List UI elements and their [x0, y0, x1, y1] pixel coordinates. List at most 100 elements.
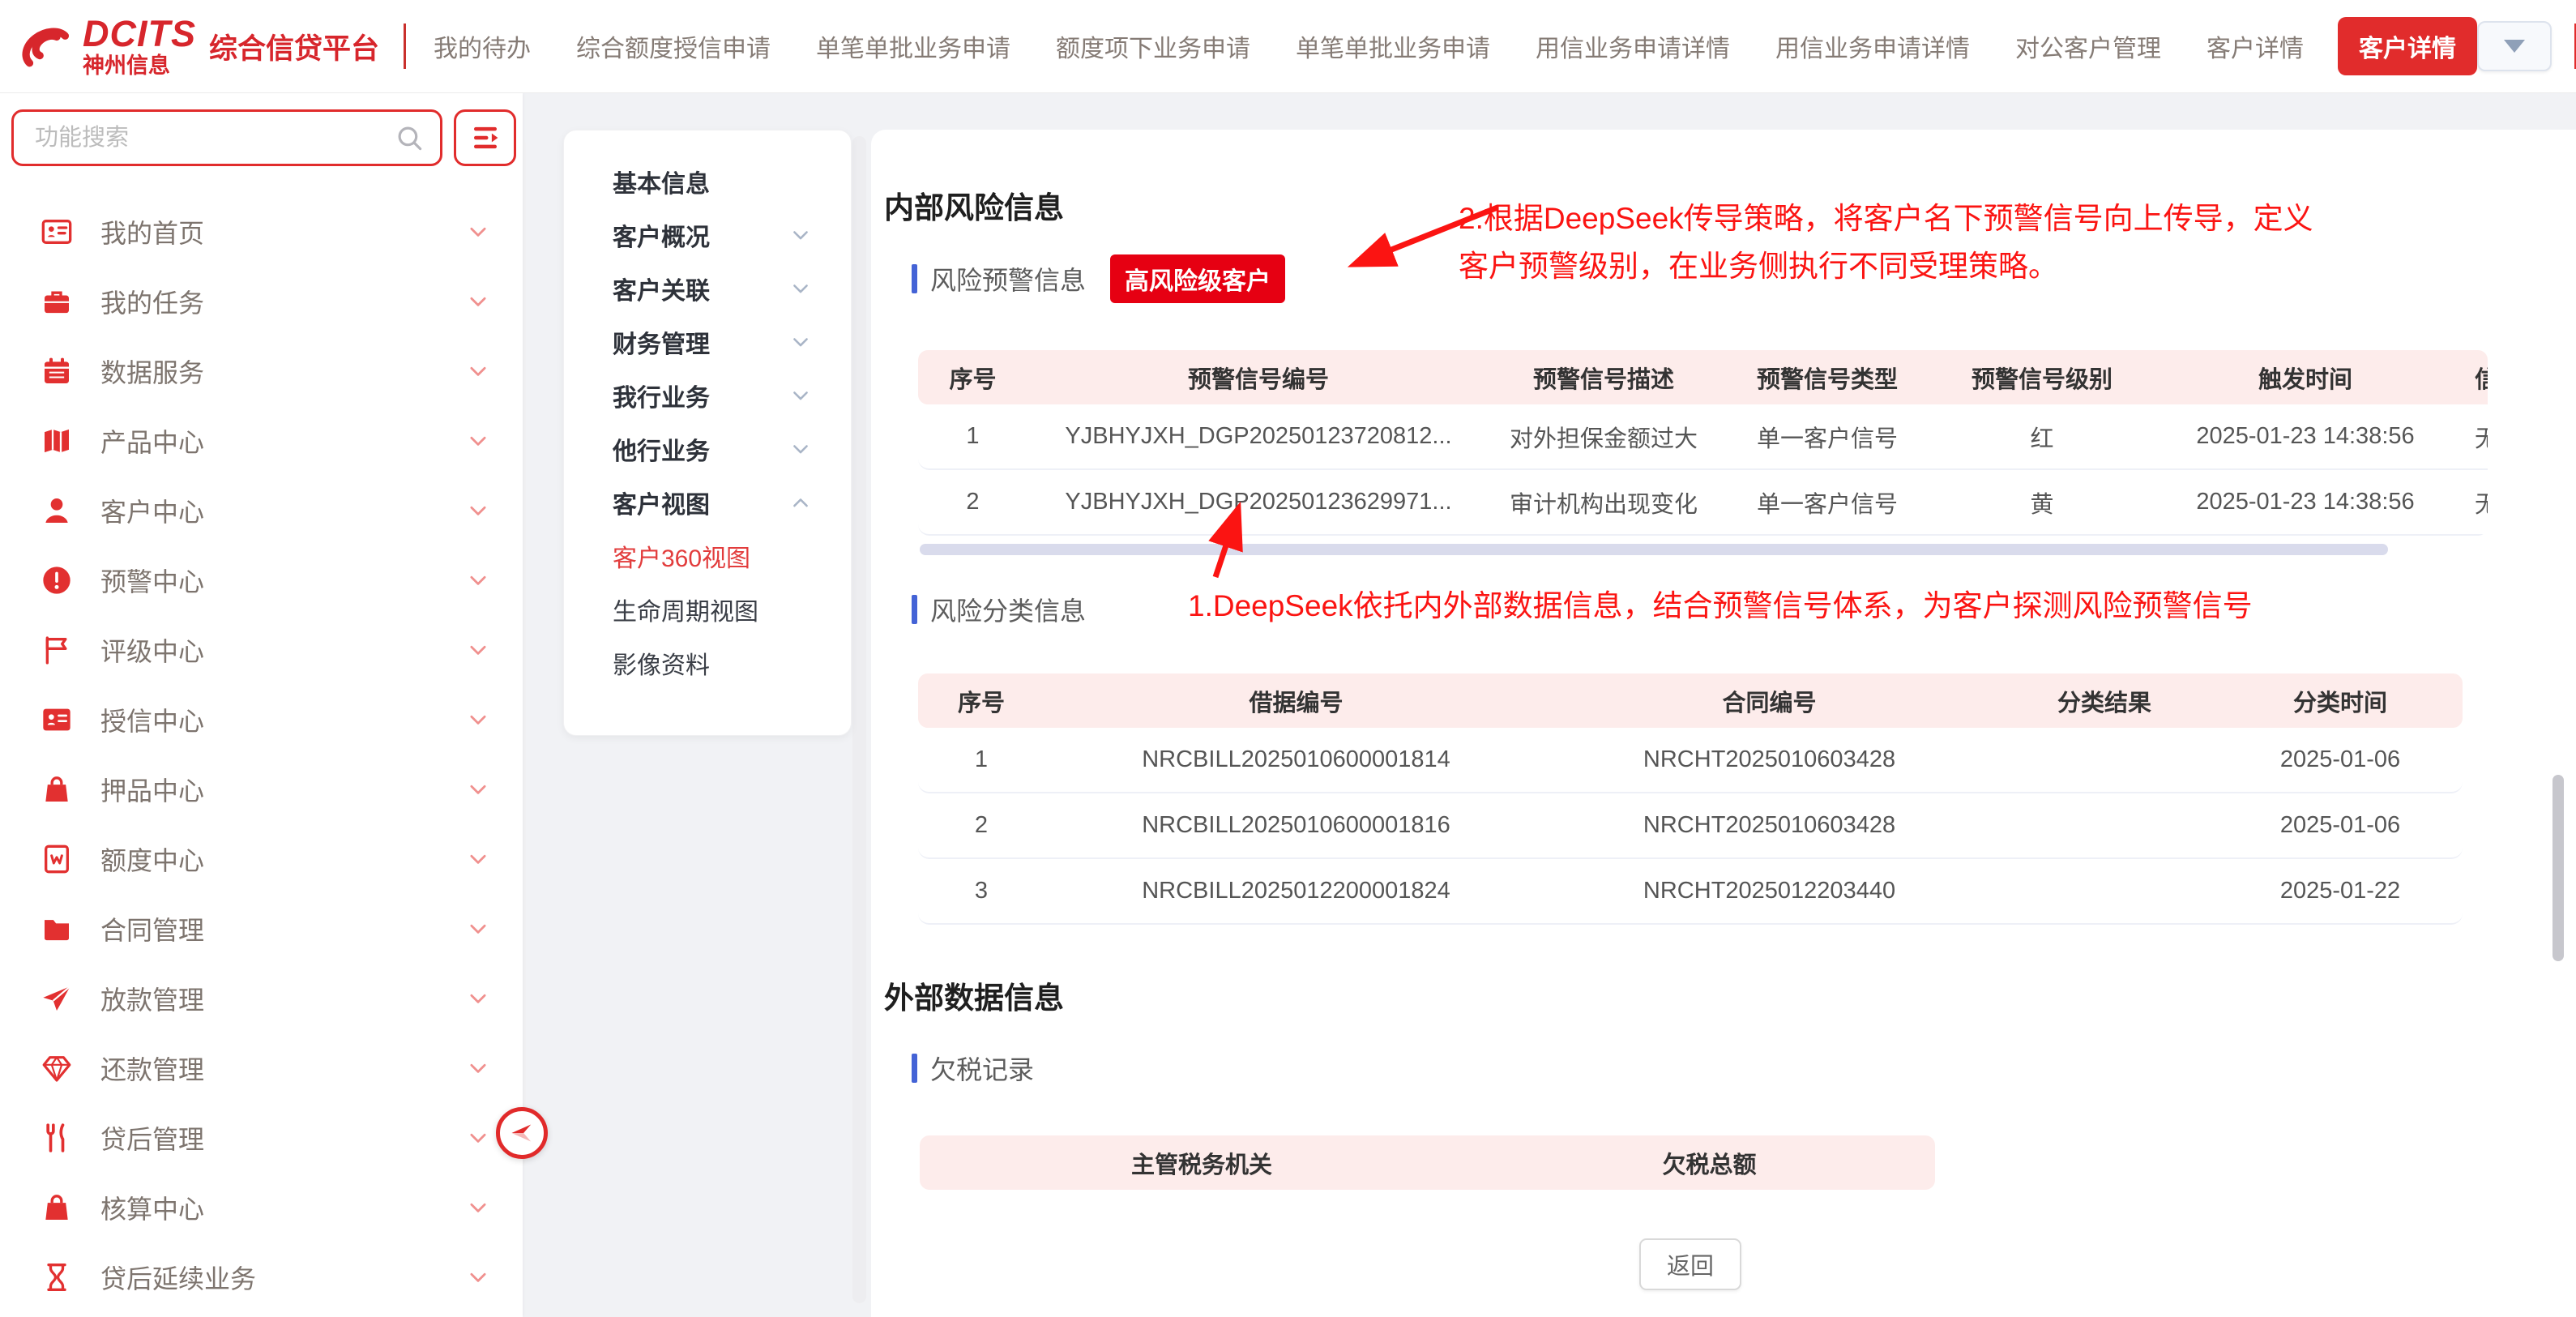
cell-status: 无: [2463, 485, 2488, 520]
sidebar-menu: 我的首页 我的任务 数据: [0, 197, 523, 1312]
submenu-item-lifecycle-view[interactable]: 生命周期视图: [564, 583, 851, 636]
nav-item-limit-sub-apply[interactable]: 额度项下业务申请: [1056, 28, 1250, 64]
sidebar-item-label: 预警中心: [100, 562, 466, 599]
nav-item-credit-use-detail-1[interactable]: 用信业务申请详情: [1536, 28, 1730, 64]
cell-contract-no: NRCHT2025010603428: [1548, 746, 1991, 773]
sidebar-item-postloan-continuation[interactable]: 贷后延续业务: [0, 1242, 523, 1312]
tab-dropdown-button[interactable]: [2477, 21, 2552, 71]
submenu-item-basic-info[interactable]: 基本信息: [564, 155, 851, 208]
chevron-down-icon: [466, 1195, 490, 1220]
back-button[interactable]: 返回: [1639, 1238, 1741, 1290]
nav-item-comprehensive-credit-apply[interactable]: 综合额度授信申请: [576, 28, 771, 64]
submenu-item-image-materials[interactable]: 影像资料: [564, 636, 851, 690]
column-header: 预警信号级别: [1937, 361, 2147, 395]
cell-seq: 1: [918, 423, 1027, 450]
sidebar-item-postloan-mgmt[interactable]: 贷后管理: [0, 1103, 523, 1173]
left-sidebar: 我的首页 我的任务 数据: [0, 93, 523, 1317]
brand-name: DCITS: [83, 15, 196, 52]
nav-item-my-todo[interactable]: 我的待办: [434, 28, 531, 64]
person-icon: [41, 494, 73, 527]
sidebar-item-rating-center[interactable]: 评级中心: [0, 615, 523, 685]
chevron-down-icon: [466, 917, 490, 941]
chevron-down-icon: [466, 986, 490, 1011]
sidebar-item-product-center[interactable]: 产品中心: [0, 406, 523, 476]
column-header: 信号状态: [2463, 361, 2488, 395]
submenu-scrollbar[interactable]: [852, 136, 866, 1303]
page-vertical-scrollbar[interactable]: [2553, 775, 2564, 961]
sidebar-collapse-circle-button[interactable]: [496, 1107, 548, 1159]
submenu-item-customer-360-view[interactable]: 客户360视图: [564, 529, 851, 583]
table-row: 2 YJBHYJXH_DGP20250123629971... 审计机构出现变化…: [918, 470, 2488, 536]
submenu-item-customer-overview[interactable]: 客户概况: [564, 208, 851, 262]
submenu-label: 他行业务: [613, 431, 789, 467]
horizontal-scrollbar[interactable]: [920, 544, 2388, 555]
active-tab-customer-detail[interactable]: 客户详情: [2338, 17, 2477, 75]
chevron-down-icon: [789, 438, 812, 460]
cell-signal-id: YJBHYJXH_DGP20250123629971...: [1027, 489, 1489, 515]
top-bar: DCITS 神州信息 综合信贷平台 我的待办 综合额度授信申请 单笔单批业务申请…: [0, 0, 2576, 93]
sidebar-item-credit-center[interactable]: 授信中心: [0, 685, 523, 755]
sidebar-item-disbursement-mgmt[interactable]: 放款管理: [0, 964, 523, 1033]
cell-class-date: 2025-01-06: [2218, 812, 2463, 839]
chevron-down-icon: [2504, 40, 2525, 53]
submenu-item-our-bank-business[interactable]: 我行业务: [564, 369, 851, 422]
cell-seq: 3: [918, 878, 1044, 904]
sidebar-item-accounting-center[interactable]: 核算中心: [0, 1173, 523, 1242]
external-data-title: 外部数据信息: [884, 973, 2576, 1017]
submenu-item-other-bank-business[interactable]: 他行业务: [564, 422, 851, 476]
sidebar-item-data-services[interactable]: 数据服务: [0, 336, 523, 406]
nav-item-single-batch-apply-2[interactable]: 单笔单批业务申请: [1296, 28, 1490, 64]
chevron-down-icon: [466, 847, 490, 871]
submenu-label: 客户概况: [613, 217, 789, 253]
hamburger-arrow-icon: [468, 121, 502, 155]
cell-contract-no: NRCHT2025012203440: [1548, 878, 1991, 904]
risk-class-label: 风险分类信息: [930, 591, 1086, 628]
sidebar-item-repayment-mgmt[interactable]: 还款管理: [0, 1033, 523, 1103]
menu-collapse-button[interactable]: [454, 109, 516, 166]
sidebar-item-label: 押品中心: [100, 771, 466, 808]
dcits-swirl-icon: [15, 16, 75, 76]
hourglass-icon: [41, 1261, 73, 1293]
chevron-down-icon: [466, 498, 490, 523]
submenu-item-financial-mgmt[interactable]: 财务管理: [564, 315, 851, 369]
risk-class-table: 序号 借据编号 合同编号 分类结果 分类时间 1 NRCBILL20250106…: [918, 673, 2463, 925]
sidebar-item-collateral-center[interactable]: 押品中心: [0, 755, 523, 824]
sidebar-item-limit-center[interactable]: 额度中心: [0, 824, 523, 894]
risk-warning-label: 风险预警信息: [930, 260, 1086, 297]
sidebar-item-label: 还款管理: [100, 1050, 466, 1087]
chevron-down-icon: [466, 1265, 490, 1289]
brand-subname: 神州信息: [83, 55, 196, 77]
calendar-icon: [41, 355, 73, 387]
sidebar-item-contract-mgmt[interactable]: 合同管理: [0, 894, 523, 964]
submenu-item-customer-view[interactable]: 客户视图: [564, 476, 851, 529]
cell-seq: 2: [918, 812, 1044, 839]
table-header-row: 序号 预警信号编号 预警信号描述 预警信号类型 预警信号级别 触发时间 信号状态: [918, 350, 2488, 404]
sidebar-item-customer-center[interactable]: 客户中心: [0, 476, 523, 545]
submenu-item-customer-relations[interactable]: 客户关联: [564, 262, 851, 315]
cell-signal-level: 黄: [1937, 485, 2147, 520]
table-row: 1 NRCBILL2025010600001814 NRCHT202501060…: [918, 728, 2463, 793]
chevron-down-icon: [466, 289, 490, 314]
tax-section-header: 欠税记录: [912, 1050, 2576, 1087]
cell-trigger-time: 2025-01-23 14:38:56: [2147, 489, 2463, 515]
risk-warning-table: 序号 预警信号编号 预警信号描述 预警信号类型 预警信号级别 触发时间 信号状态…: [918, 350, 2488, 536]
sidebar-item-warning-center[interactable]: 预警中心: [0, 545, 523, 615]
table-header-row: 主管税务机关 欠税总额: [920, 1135, 1935, 1190]
tax-record-label: 欠税记录: [930, 1050, 1034, 1087]
sidebar-item-tasks[interactable]: 我的任务: [0, 267, 523, 336]
nav-item-customer-detail[interactable]: 客户详情: [2206, 28, 2304, 64]
nav-item-single-batch-apply-1[interactable]: 单笔单批业务申请: [816, 28, 1010, 64]
nav-item-corporate-customer-mgmt[interactable]: 对公客户管理: [2015, 28, 2161, 64]
nav-item-credit-use-detail-2[interactable]: 用信业务申请详情: [1775, 28, 1970, 64]
alert-circle-icon: [41, 564, 73, 596]
risk-warning-table-viewport: 序号 预警信号编号 预警信号描述 预警信号类型 预警信号级别 触发时间 信号状态…: [918, 350, 2488, 536]
section-bar: [912, 1054, 917, 1083]
sidebar-item-home[interactable]: 我的首页: [0, 197, 523, 267]
sidebar-item-label: 数据服务: [100, 353, 466, 390]
function-search-input[interactable]: [11, 109, 442, 166]
collapse-arrow-icon: [505, 1116, 539, 1150]
sidebar-item-label: 我的任务: [100, 283, 466, 320]
chevron-down-icon: [466, 1126, 490, 1150]
column-header: 预警信号类型: [1718, 361, 1937, 395]
logo-divider: [404, 24, 406, 69]
